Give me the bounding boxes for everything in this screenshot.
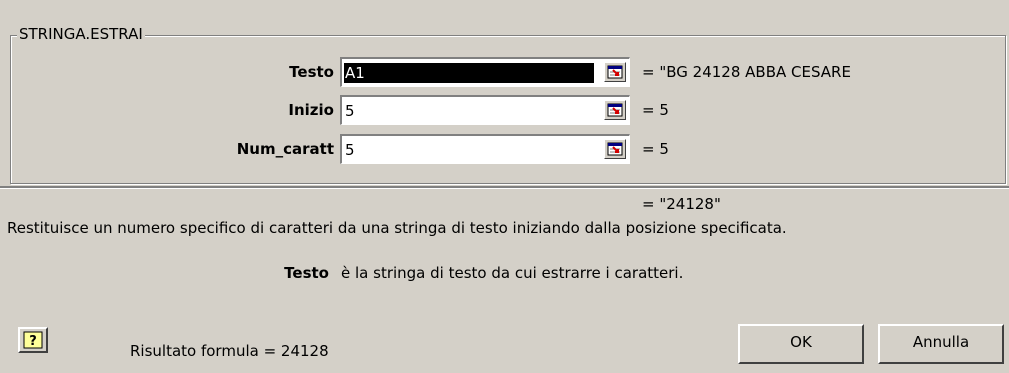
ok-button[interactable]: OK	[738, 324, 864, 364]
arg-result-testo: = "BG 24128 ABBA CESARE	[642, 63, 851, 81]
collapse-dialog-icon	[607, 103, 623, 117]
svg-text:?: ?	[29, 334, 37, 349]
arg-input-num-caratt[interactable]: 5	[340, 134, 630, 164]
section-divider	[0, 186, 1009, 189]
function-name-legend: STRINGA.ESTRAI	[17, 25, 145, 43]
arg-input-value[interactable]: 5	[344, 140, 356, 160]
function-result-value: = "24128"	[642, 195, 721, 213]
arg-input-inizio[interactable]: 5	[340, 95, 630, 125]
arg-input-value[interactable]: A1	[344, 63, 594, 83]
help-button[interactable]: ?	[18, 327, 48, 353]
arg-label-num-caratt: Num_caratt	[236, 140, 334, 158]
arg-result-inizio: = 5	[642, 101, 669, 119]
arg-label-testo: Testo	[289, 63, 334, 81]
help-argument-name: Testo	[284, 264, 329, 282]
help-argument-description: è la stringa di testo da cui estrarre i …	[341, 264, 684, 282]
function-description: Restituisce un numero specifico di carat…	[7, 219, 787, 237]
formula-result-summary: Risultato formula = 24128	[130, 342, 329, 360]
cancel-button[interactable]: Annulla	[878, 324, 1004, 364]
help-question-icon: ?	[23, 331, 43, 349]
collapse-dialog-icon	[607, 142, 623, 156]
arg-input-testo[interactable]: A1	[340, 57, 630, 87]
collapse-dialog-icon	[607, 65, 623, 79]
collapse-dialog-button[interactable]	[604, 139, 626, 159]
collapse-dialog-button[interactable]	[604, 62, 626, 82]
collapse-dialog-button[interactable]	[604, 100, 626, 120]
arg-label-inizio: Inizio	[288, 101, 334, 119]
arg-result-num-caratt: = 5	[642, 140, 669, 158]
arg-input-value[interactable]: 5	[344, 101, 356, 121]
